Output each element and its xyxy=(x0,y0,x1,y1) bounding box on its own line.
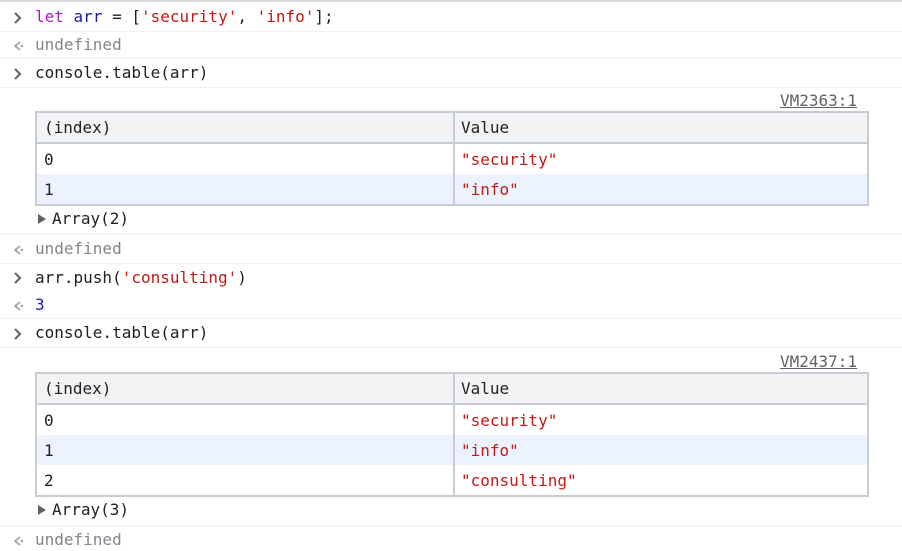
column-header-value[interactable]: Value xyxy=(455,374,867,403)
table-header: (index) Value xyxy=(37,374,867,405)
console-table: (index) Value 0 "security" 1 "info" 2 "c… xyxy=(35,372,869,497)
console-input-text[interactable]: console.table(arr) xyxy=(35,63,208,83)
result-number: 3 xyxy=(35,295,45,314)
console-input-text[interactable]: let arr = ['security', 'info']; xyxy=(35,7,334,27)
console-result-row: undefined xyxy=(0,32,902,59)
console-input-text[interactable]: arr.push('consulting') xyxy=(35,268,247,288)
row-value: "info" xyxy=(461,179,519,199)
column-header-value[interactable]: Value xyxy=(455,113,867,142)
row-index: 2 xyxy=(37,465,455,495)
result-undefined: undefined xyxy=(35,530,122,549)
array-expand-toggle[interactable]: Array(2) xyxy=(38,209,129,229)
code-paren: ) xyxy=(237,268,247,287)
table-row: 2 "consulting" xyxy=(37,465,867,495)
row-value: "security" xyxy=(461,149,558,169)
result-undefined: undefined xyxy=(35,35,122,54)
console-input-text[interactable]: console.table(arr) xyxy=(35,323,208,343)
console-result-row: undefined xyxy=(0,235,902,264)
source-link[interactable]: VM2437:1 xyxy=(780,352,857,372)
console-input-row: console.table(arr) xyxy=(0,319,902,348)
array-expand-toggle[interactable]: Array(3) xyxy=(38,500,129,520)
table-row: 0 "security" xyxy=(37,405,867,435)
code-string: 'security' xyxy=(141,7,238,26)
console-input-row: arr.push('consulting') xyxy=(0,264,902,292)
console-input-row: console.table(arr) xyxy=(0,59,902,88)
code-comma: , xyxy=(237,7,257,26)
table-row: 0 "security" xyxy=(37,144,867,174)
row-index: 1 xyxy=(37,174,455,204)
array-summary: Array(2) xyxy=(52,209,130,228)
code-bracket: ]; xyxy=(314,7,334,26)
row-value: "security" xyxy=(461,410,558,430)
triangle-right-icon xyxy=(38,505,46,515)
table-row: 1 "info" xyxy=(37,174,867,204)
chevron-right-icon xyxy=(14,272,22,284)
return-arrow-icon xyxy=(13,245,24,255)
row-index: 0 xyxy=(37,405,455,435)
code-keyword: let xyxy=(35,7,64,26)
return-arrow-icon xyxy=(13,41,24,51)
chevron-right-icon xyxy=(14,68,22,80)
triangle-right-icon xyxy=(38,214,46,224)
row-index: 1 xyxy=(37,435,455,465)
console-result-row: undefined xyxy=(0,526,902,551)
array-summary: Array(3) xyxy=(52,500,130,519)
column-header-index[interactable]: (index) xyxy=(37,374,455,403)
console-table-output: VM2437:1 (index) Value 0 "security" 1 "i… xyxy=(0,348,902,526)
chevron-right-icon xyxy=(14,328,22,340)
row-value: "info" xyxy=(461,440,519,460)
source-link[interactable]: VM2363:1 xyxy=(780,91,857,111)
table-header: (index) Value xyxy=(37,113,867,144)
return-arrow-icon xyxy=(13,301,24,311)
code-operator: = xyxy=(102,7,132,26)
code-call: arr.push( xyxy=(35,268,122,287)
code-variable: arr xyxy=(73,7,103,26)
console-input-row: let arr = ['security', 'info']; xyxy=(0,2,902,32)
console-result-row: 3 xyxy=(0,292,902,319)
code-string: 'info' xyxy=(256,7,315,26)
console-table: (index) Value 0 "security" 1 "info" xyxy=(35,111,869,206)
chevron-right-icon xyxy=(14,12,22,24)
console-table-output: VM2363:1 (index) Value 0 "security" 1 "i… xyxy=(0,88,902,235)
column-header-index[interactable]: (index) xyxy=(37,113,455,142)
code-bracket: [ xyxy=(131,7,141,26)
row-index: 0 xyxy=(37,144,455,174)
code-string: 'consulting' xyxy=(121,268,238,287)
return-arrow-icon xyxy=(13,536,24,546)
row-value: "consulting" xyxy=(461,470,577,490)
table-row: 1 "info" xyxy=(37,435,867,465)
result-undefined: undefined xyxy=(35,239,122,258)
